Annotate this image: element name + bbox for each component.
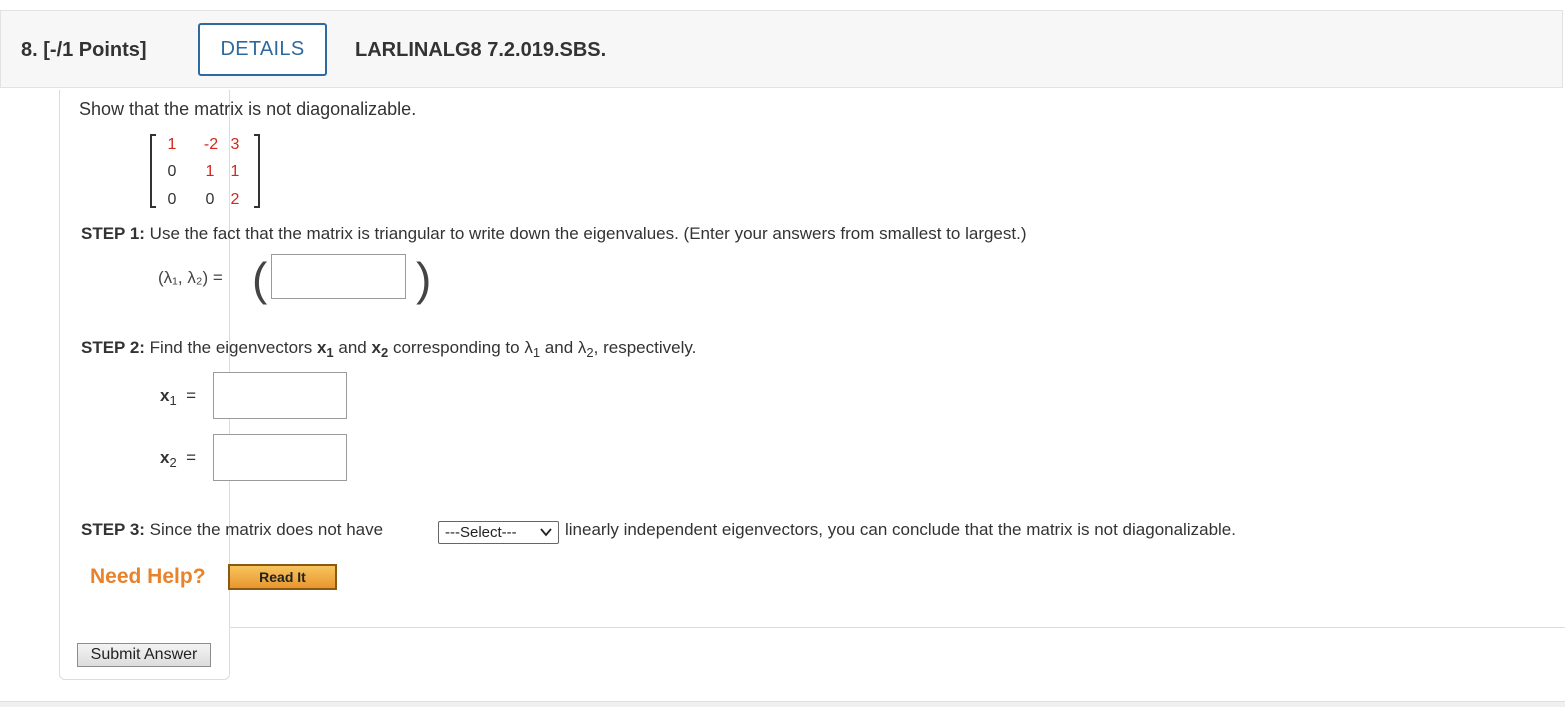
- open-paren: (: [252, 253, 268, 305]
- step1-instructions: Use the fact that the matrix is triangul…: [149, 224, 1027, 243]
- details-button[interactable]: DETAILS: [198, 23, 327, 76]
- step2-respectively: respectively.: [603, 338, 697, 357]
- x1-label: x1 =: [160, 386, 197, 408]
- chevron-down-icon: [539, 525, 553, 542]
- step2-and-2: and: [544, 338, 574, 357]
- step3-text-before: Since the matrix does not have: [149, 520, 384, 539]
- x2-label: x2 =: [160, 448, 197, 470]
- step2-text: STEP 2: Find the eigenvectors x1 and x2 …: [81, 338, 696, 360]
- select-value: ---Select---: [445, 524, 517, 541]
- matrix: 1 -2 3 0 1 1 0 0 2: [150, 133, 260, 210]
- matrix-cell: 0: [167, 191, 177, 208]
- matrix-cell: 1: [205, 163, 215, 180]
- x1-input[interactable]: [213, 372, 347, 419]
- question-header: 8. [-/1 Points] DETAILS LARLINALG8 7.2.0…: [0, 10, 1563, 88]
- lambda-pair-label: (λ₁, λ₂) =: [158, 268, 223, 287]
- independent-count-select[interactable]: ---Select---: [438, 521, 559, 544]
- step1-text: STEP 1: Use the fact that the matrix is …: [81, 224, 1027, 244]
- question-number: 8. [-/1 Points]: [21, 39, 147, 61]
- lambda2-symbol: λ2,: [577, 338, 599, 360]
- problem-code: LARLINALG8 7.2.019.SBS.: [355, 39, 607, 61]
- matrix-cell: 0: [205, 191, 215, 208]
- need-help-label: Need Help?: [90, 565, 206, 588]
- step2-text-prefix: Find the eigenvectors: [149, 338, 313, 357]
- x2-symbol: x2: [371, 338, 389, 360]
- matrix-left-bracket: [150, 134, 156, 208]
- lambda1-symbol: λ1: [524, 338, 541, 360]
- submit-answer-button[interactable]: Submit Answer: [77, 643, 211, 667]
- step2-corresponding: corresponding to: [392, 338, 520, 357]
- matrix-cell: 3: [230, 136, 240, 153]
- step2-label: STEP 2:: [81, 338, 145, 357]
- step1-label: STEP 1:: [81, 224, 145, 243]
- question-prompt: Show that the matrix is not diagonalizab…: [79, 99, 417, 119]
- matrix-cell: -2: [203, 136, 219, 153]
- step3-label: STEP 3:: [81, 520, 145, 539]
- x2-input[interactable]: [213, 434, 347, 481]
- step3-text-after: linearly independent eigenvectors, you c…: [565, 520, 1236, 539]
- matrix-cell: 1: [230, 163, 240, 180]
- read-it-button[interactable]: Read It: [228, 564, 337, 590]
- matrix-right-bracket: [254, 134, 260, 208]
- step2-and: and: [338, 338, 367, 357]
- matrix-cell: 1: [167, 136, 177, 153]
- divider: [229, 627, 1565, 628]
- eigenvalues-input[interactable]: [271, 254, 406, 299]
- step3-text: STEP 3: Since the matrix does not have: [81, 520, 383, 540]
- matrix-cell: 0: [167, 163, 177, 180]
- close-paren: ): [416, 253, 432, 305]
- x1-symbol: x1: [316, 338, 334, 360]
- next-question-edge: [0, 701, 1565, 707]
- matrix-cell: 2: [230, 191, 240, 208]
